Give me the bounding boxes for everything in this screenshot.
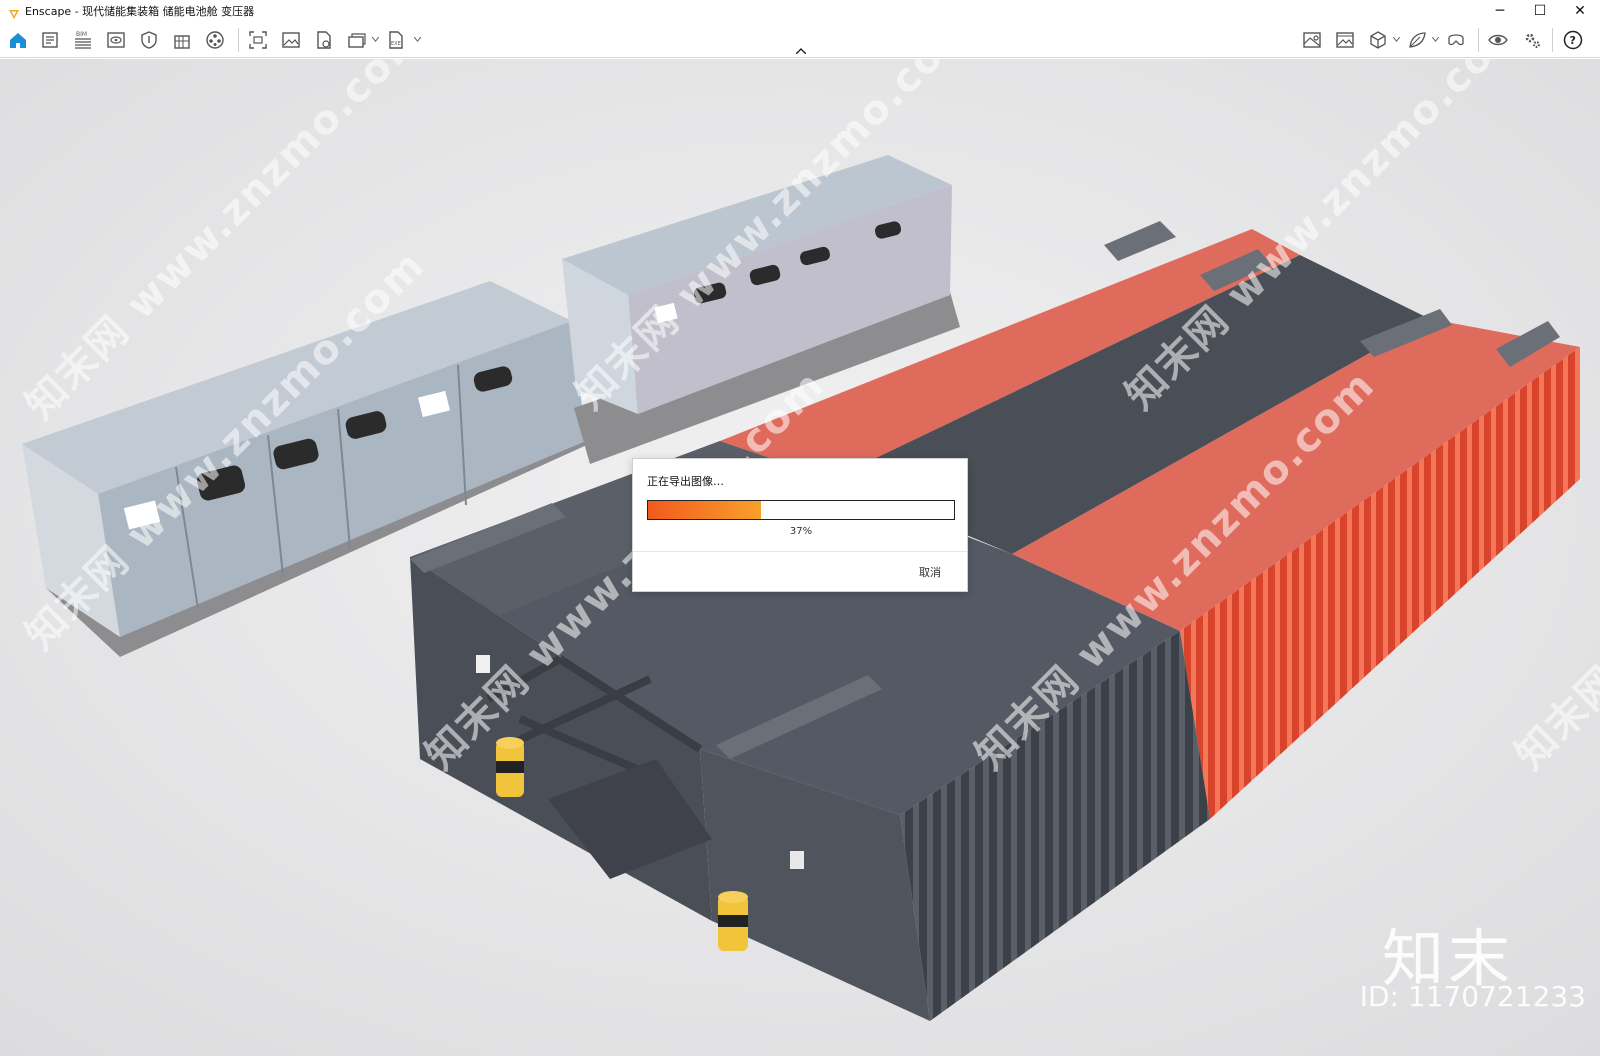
chevron-down-icon[interactable] xyxy=(413,34,421,44)
chevron-down-icon[interactable] xyxy=(1431,34,1439,44)
chevron-down-icon[interactable] xyxy=(371,34,379,44)
gallery-icon[interactable] xyxy=(1332,28,1358,52)
leaf-icon[interactable] xyxy=(1404,28,1430,52)
exe-export-icon[interactable]: EXE xyxy=(383,28,409,52)
svg-text:?: ? xyxy=(1570,34,1576,47)
toolbar-separator xyxy=(238,28,239,52)
toolbar-separator xyxy=(1478,28,1479,52)
cancel-button[interactable]: 取消 xyxy=(919,564,941,580)
title-bar: Enscape - 现代储能集装箱 储能电池舱 变压器 ─ ☐ ✕ xyxy=(0,0,1600,22)
bim-icon[interactable]: BIM xyxy=(70,28,96,52)
building-icon[interactable] xyxy=(169,28,195,52)
capture-icon[interactable] xyxy=(245,28,271,52)
image-icon[interactable] xyxy=(278,28,304,52)
enscape-logo-icon xyxy=(8,5,20,19)
map-icon[interactable] xyxy=(1299,28,1325,52)
window-title: Enscape - 现代储能集装箱 储能电池舱 变压器 xyxy=(25,5,255,18)
toolbar-separator xyxy=(1552,28,1553,52)
maximize-button[interactable]: ☐ xyxy=(1520,0,1560,22)
progress-bar xyxy=(647,500,955,520)
progress-percent-text: 37% xyxy=(789,526,813,537)
visibility-icon[interactable] xyxy=(1485,28,1511,52)
image-id-watermark: ID: 1170721233 xyxy=(1359,980,1586,1013)
shield-icon[interactable] xyxy=(136,28,162,52)
export-progress-dialog: 正在导出图像… 37% 取消 xyxy=(632,458,968,592)
home-icon[interactable] xyxy=(5,28,31,52)
bollard-right xyxy=(718,891,748,951)
settings-icon[interactable] xyxy=(1519,28,1545,52)
file-export-icon[interactable] xyxy=(311,28,337,52)
view-icon[interactable] xyxy=(103,28,129,52)
document-icon[interactable] xyxy=(37,28,63,52)
svg-text:EXE: EXE xyxy=(391,41,401,47)
batch-render-icon[interactable] xyxy=(344,28,370,52)
cube-icon[interactable] xyxy=(1365,28,1391,52)
svg-text:BIM: BIM xyxy=(76,31,87,38)
progress-fill xyxy=(648,501,762,519)
vr-headset-icon[interactable] xyxy=(1443,28,1469,52)
dialog-divider xyxy=(633,551,967,552)
window-controls: ─ ☐ ✕ xyxy=(1480,0,1600,22)
collapse-toolbar-chevron-up-icon[interactable] xyxy=(793,45,809,57)
bollard-left xyxy=(496,737,524,797)
help-icon[interactable]: ? xyxy=(1560,28,1586,52)
minimize-button[interactable]: ─ xyxy=(1480,0,1520,22)
close-button[interactable]: ✕ xyxy=(1560,0,1600,22)
dialog-title: 正在导出图像… xyxy=(647,475,724,488)
material-icon[interactable] xyxy=(202,28,228,52)
chevron-down-icon[interactable] xyxy=(1392,34,1400,44)
